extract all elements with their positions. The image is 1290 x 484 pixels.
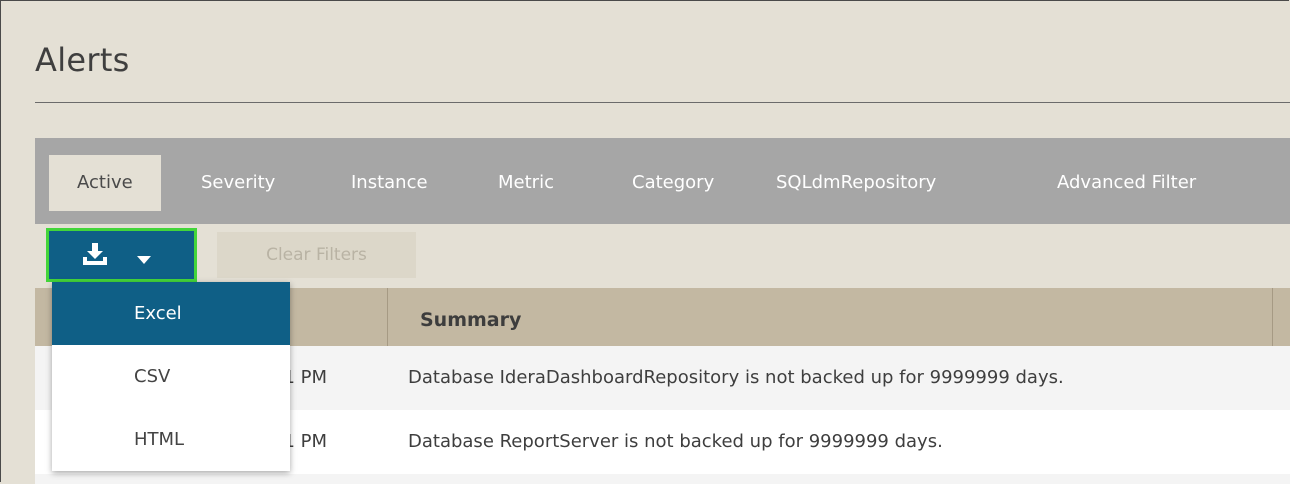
alert-summary: Database ReportServer is not backed up f… [408,431,943,452]
column-header-summary[interactable]: Summary [420,288,521,352]
tab-advanced-filter[interactable]: Advanced Filter [1057,155,1196,211]
page-title: Alerts [35,41,130,79]
export-excel-option[interactable]: Excel [52,282,290,345]
column-divider [1272,288,1273,346]
export-dropdown-menu: Excel CSV HTML [52,282,290,471]
menu-item-label: HTML [134,429,185,450]
filter-tabbar: Active Severity Instance Metric Category… [35,138,1290,224]
tab-category[interactable]: Category [632,155,714,211]
alerts-page: Alerts Active Severity Instance Metric C… [0,0,1290,484]
grid-toolbar: Clear Filters [35,224,1290,288]
download-icon [82,242,108,270]
clear-filters-button[interactable]: Clear Filters [217,232,416,278]
tab-severity[interactable]: Severity [201,155,275,211]
menu-item-label: CSV [134,366,171,387]
title-divider [35,102,1290,103]
menu-item-label: Excel [134,303,182,324]
tab-instance[interactable]: Instance [351,155,428,211]
tab-sqldmrepository[interactable]: SQLdmRepository [776,155,936,211]
tab-active[interactable]: Active [49,155,161,211]
export-html-option[interactable]: HTML [52,408,290,471]
alert-summary: Database IderaDashboardRepository is not… [408,367,1064,388]
export-csv-option[interactable]: CSV [52,345,290,408]
export-button[interactable] [46,228,197,282]
caret-down-icon [136,250,152,269]
tab-metric[interactable]: Metric [498,155,554,211]
